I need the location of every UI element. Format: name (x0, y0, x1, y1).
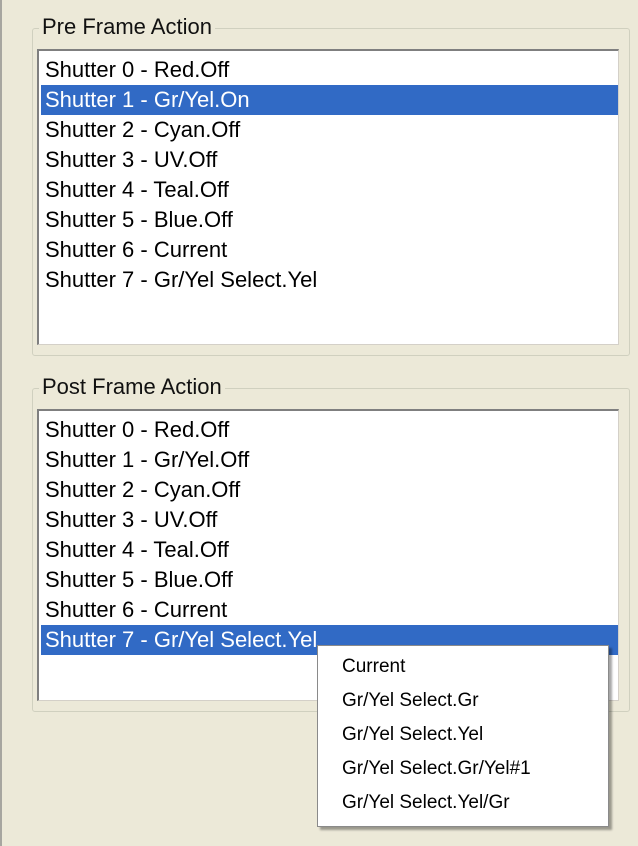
pre-frame-action-list[interactable]: Shutter 0 - Red.Off Shutter 1 - Gr/Yel.O… (37, 49, 619, 345)
pre-frame-action-title: Pre Frame Action (39, 14, 215, 40)
list-item[interactable]: Shutter 6 - Current (41, 235, 618, 265)
list-item[interactable]: Shutter 4 - Teal.Off (41, 175, 618, 205)
context-menu-item-current[interactable]: Current (318, 650, 608, 684)
context-menu-item-yel-gr[interactable]: Gr/Yel Select.Yel/Gr (318, 786, 608, 820)
list-item[interactable]: Shutter 2 - Cyan.Off (41, 475, 618, 505)
list-item[interactable]: Shutter 3 - UV.Off (41, 505, 618, 535)
list-item-selected[interactable]: Shutter 1 - Gr/Yel.On (41, 85, 618, 115)
list-item[interactable]: Shutter 0 - Red.Off (41, 415, 618, 445)
list-item[interactable]: Shutter 7 - Gr/Yel Select.Yel (41, 265, 618, 295)
list-item[interactable]: Shutter 2 - Cyan.Off (41, 115, 618, 145)
list-item[interactable]: Shutter 3 - UV.Off (41, 145, 618, 175)
context-menu-item-yel[interactable]: Gr/Yel Select.Yel (318, 718, 608, 752)
list-item[interactable]: Shutter 5 - Blue.Off (41, 565, 618, 595)
dialog-panel: Pre Frame Action Shutter 0 - Red.Off Shu… (0, 0, 638, 846)
context-menu-item-gr-yel-1[interactable]: Gr/Yel Select.Gr/Yel#1 (318, 752, 608, 786)
list-item[interactable]: Shutter 4 - Teal.Off (41, 535, 618, 565)
post-frame-action-title: Post Frame Action (39, 374, 225, 400)
pre-frame-action-group: Pre Frame Action Shutter 0 - Red.Off Shu… (32, 14, 630, 356)
context-menu: Current Gr/Yel Select.Gr Gr/Yel Select.Y… (317, 645, 609, 827)
list-item[interactable]: Shutter 5 - Blue.Off (41, 205, 618, 235)
list-item[interactable]: Shutter 6 - Current (41, 595, 618, 625)
list-item[interactable]: Shutter 1 - Gr/Yel.Off (41, 445, 618, 475)
list-item[interactable]: Shutter 0 - Red.Off (41, 55, 618, 85)
context-menu-item-gr[interactable]: Gr/Yel Select.Gr (318, 684, 608, 718)
